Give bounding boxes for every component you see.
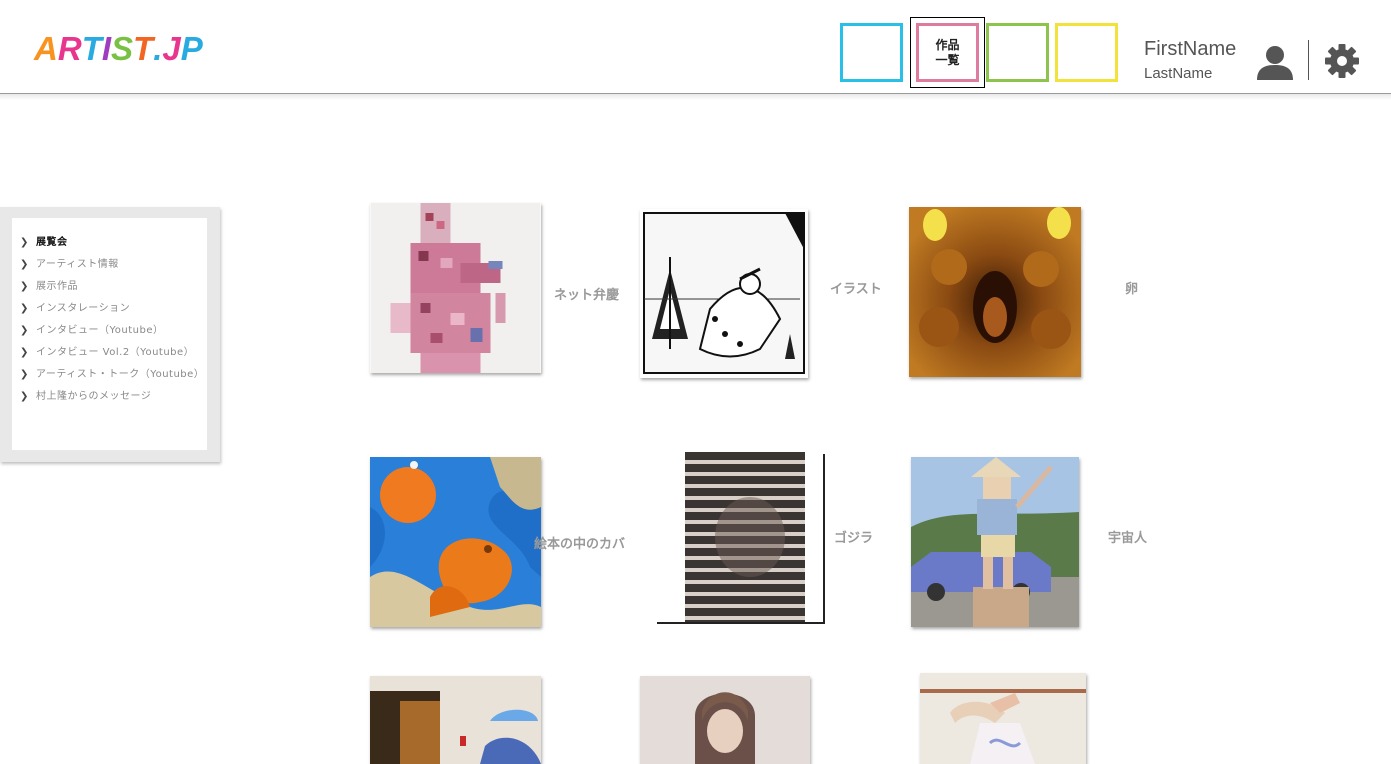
sidebar-item-artist-talk[interactable]: ❯ アーティスト・トーク（Youtube） bbox=[20, 365, 204, 381]
chevron-right-icon: ❯ bbox=[20, 303, 29, 314]
artwork-image bbox=[640, 676, 810, 764]
chevron-right-icon: ❯ bbox=[20, 259, 29, 270]
artwork-image bbox=[370, 457, 541, 627]
logo-letter: T bbox=[81, 30, 102, 67]
artwork-thumbnail[interactable] bbox=[655, 452, 823, 622]
nav-box-1[interactable] bbox=[840, 23, 903, 82]
chevron-right-icon: ❯ bbox=[20, 369, 29, 380]
artwork-thumbnail[interactable] bbox=[920, 673, 1086, 764]
nav-box-label: 作品 一覧 bbox=[935, 37, 960, 67]
artwork-title[interactable]: ネット弁慶 bbox=[554, 284, 619, 303]
gear-icon[interactable] bbox=[1324, 43, 1360, 79]
artwork-thumbnail[interactable] bbox=[370, 676, 541, 764]
chevron-right-icon: ❯ bbox=[20, 325, 29, 336]
user-first-name: FirstName bbox=[1144, 38, 1237, 60]
logo-letter: A bbox=[34, 30, 58, 67]
artwork-image bbox=[640, 209, 808, 378]
artwork-thumbnail[interactable] bbox=[370, 203, 541, 373]
artwork-thumbnail[interactable] bbox=[909, 207, 1081, 377]
sidebar-item-label: アーティスト情報 bbox=[36, 259, 119, 270]
logo-letter: I bbox=[101, 30, 112, 67]
site-logo[interactable]: ARTIST.JP bbox=[34, 30, 203, 68]
artwork-thumbnail[interactable] bbox=[370, 457, 541, 627]
chevron-right-icon: ❯ bbox=[20, 391, 29, 402]
logo-letter: . bbox=[153, 30, 163, 67]
sidebar-item-label: 展覧会 bbox=[36, 237, 68, 248]
artwork-thumbnail[interactable] bbox=[640, 676, 810, 764]
artwork-title[interactable]: イラスト bbox=[830, 278, 882, 297]
artwork-title[interactable]: 宇宙人 bbox=[1108, 527, 1147, 546]
sidebar-item-artist-info[interactable]: ❯ アーティスト情報 bbox=[20, 255, 119, 271]
sidebar-item-label: アーティスト・トーク（Youtube） bbox=[36, 369, 205, 380]
sidebar-item-label: 村上隆からのメッセージ bbox=[36, 391, 152, 402]
chevron-right-icon: ❯ bbox=[20, 237, 29, 248]
nav-box-3[interactable] bbox=[986, 23, 1049, 82]
artwork-title[interactable]: ゴジラ bbox=[834, 527, 873, 546]
logo-letter: R bbox=[57, 30, 82, 67]
sidebar-item-exhibition[interactable]: ❯ 展覧会 bbox=[20, 233, 68, 249]
artwork-thumbnail[interactable] bbox=[911, 457, 1079, 627]
sidebar-item-installation[interactable]: ❯ インスタレーション bbox=[20, 299, 130, 315]
artwork-image bbox=[370, 203, 541, 373]
nav-box-4[interactable] bbox=[1055, 23, 1118, 82]
chevron-right-icon: ❯ bbox=[20, 347, 29, 358]
logo-letter: P bbox=[180, 30, 203, 67]
artwork-title[interactable]: 絵本の中のカバ bbox=[534, 533, 625, 552]
sidebar-item-label: 展示作品 bbox=[36, 281, 78, 292]
sidebar-item-interview[interactable]: ❯ インタビュー（Youtube） bbox=[20, 321, 164, 337]
sidebar-item-label: インタビュー（Youtube） bbox=[36, 325, 164, 336]
artwork-image bbox=[911, 457, 1079, 627]
sidebar-item-label: インスタレーション bbox=[36, 303, 131, 314]
top-header: ARTIST.JP 作品 一覧 FirstName LastName bbox=[0, 0, 1391, 94]
chevron-right-icon: ❯ bbox=[20, 281, 29, 292]
artwork-image bbox=[370, 676, 541, 764]
sidebar-item-message[interactable]: ❯ 村上隆からのメッセージ bbox=[20, 387, 151, 403]
nav-box-works-list[interactable]: 作品 一覧 bbox=[910, 17, 985, 88]
logo-letter: T bbox=[133, 30, 154, 67]
header-shadow bbox=[0, 94, 1391, 100]
sidebar-item-exhibited-works[interactable]: ❯ 展示作品 bbox=[20, 277, 78, 293]
logo-letter: J bbox=[162, 30, 181, 67]
sidebar-menu: ❯ 展覧会 ❯ アーティスト情報 ❯ 展示作品 ❯ インスタレーション ❯ インタビュー（… bbox=[12, 218, 207, 450]
user-last-name: LastName bbox=[1144, 65, 1213, 82]
sidebar-item-interview-vol2[interactable]: ❯ インタビュー Vol.2（Youtube） bbox=[20, 343, 194, 359]
artwork-image bbox=[655, 452, 823, 622]
user-icon[interactable] bbox=[1255, 42, 1295, 82]
sidebar: ❯ 展覧会 ❯ アーティスト情報 ❯ 展示作品 ❯ インスタレーション ❯ インタビュー（… bbox=[0, 207, 220, 462]
artwork-title[interactable]: 卵 bbox=[1125, 278, 1138, 297]
sidebar-item-label: インタビュー Vol.2（Youtube） bbox=[36, 347, 195, 358]
artwork-thumbnail[interactable] bbox=[640, 209, 808, 378]
artwork-image bbox=[909, 207, 1081, 377]
artwork-image bbox=[920, 673, 1086, 764]
logo-letter: S bbox=[111, 30, 134, 67]
header-divider bbox=[1308, 40, 1309, 80]
